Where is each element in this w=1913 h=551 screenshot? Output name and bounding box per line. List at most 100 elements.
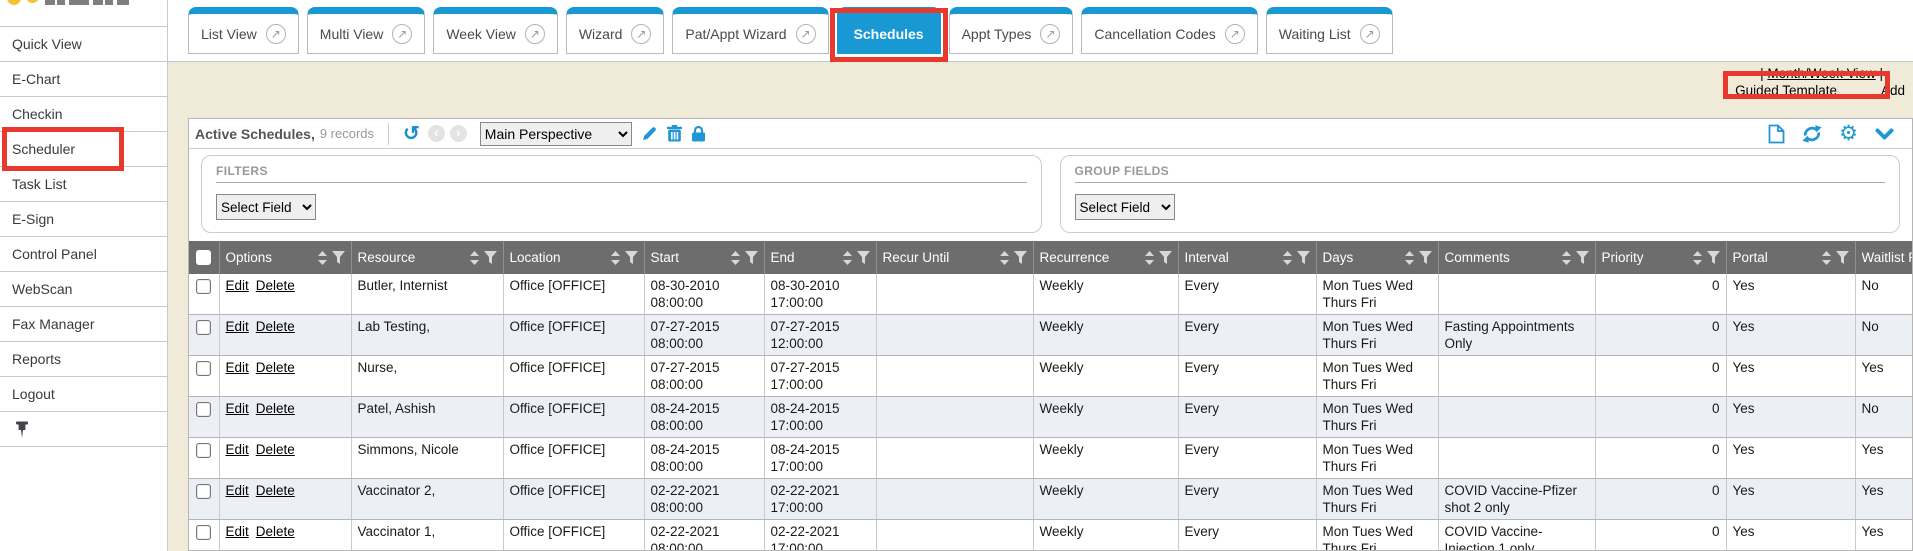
column-header-days[interactable]: Days bbox=[1316, 241, 1438, 274]
filter-funnel-icon[interactable] bbox=[1576, 251, 1589, 264]
column-header-end[interactable]: End bbox=[764, 241, 876, 274]
sort-icon[interactable] bbox=[1405, 251, 1414, 265]
filter-funnel-icon[interactable] bbox=[1707, 251, 1720, 264]
column-label: Resource bbox=[358, 250, 465, 265]
chevron-down-icon[interactable] bbox=[1875, 128, 1894, 140]
column-header-resource[interactable]: Resource bbox=[351, 241, 503, 274]
row-checkbox[interactable] bbox=[196, 320, 211, 335]
column-header-portal[interactable]: Portal bbox=[1726, 241, 1855, 274]
column-header-waitlist_portal[interactable]: Waitlist Portal bbox=[1855, 241, 1913, 274]
edit-pencil-icon[interactable] bbox=[641, 125, 658, 142]
row-checkbox[interactable] bbox=[196, 525, 211, 540]
prev-page-icon[interactable]: ‹ bbox=[428, 125, 445, 142]
tab-waiting-list[interactable]: Waiting List↗ bbox=[1266, 7, 1393, 54]
new-document-icon[interactable] bbox=[1768, 124, 1785, 144]
tab-appt-types[interactable]: Appt Types↗ bbox=[949, 7, 1074, 54]
refresh-icon[interactable] bbox=[1802, 125, 1822, 143]
lock-icon[interactable] bbox=[691, 125, 706, 142]
sort-icon[interactable] bbox=[1822, 251, 1831, 265]
filter-funnel-icon[interactable] bbox=[1419, 251, 1432, 264]
next-page-icon[interactable]: › bbox=[450, 125, 467, 142]
sidebar-item-checkin[interactable]: Checkin bbox=[0, 97, 167, 132]
column-label: Start bbox=[651, 250, 726, 265]
sort-icon[interactable] bbox=[318, 251, 327, 265]
sidebar-item-scheduler[interactable]: Scheduler bbox=[0, 132, 167, 167]
sort-icon[interactable] bbox=[1562, 251, 1571, 265]
filter-funnel-icon[interactable] bbox=[745, 251, 758, 264]
sidebar-item-logout[interactable]: Logout bbox=[0, 377, 167, 412]
tab-list-view[interactable]: List View↗ bbox=[188, 7, 299, 54]
sidebar-item-e-sign[interactable]: E-Sign bbox=[0, 202, 167, 237]
edit-link[interactable]: Edit bbox=[226, 442, 249, 457]
filter-funnel-icon[interactable] bbox=[625, 251, 638, 264]
filters-field-select[interactable]: Select Field bbox=[216, 194, 316, 220]
filter-funnel-icon[interactable] bbox=[484, 251, 497, 264]
tab-schedules[interactable]: Schedules bbox=[837, 7, 941, 54]
filter-funnel-icon[interactable] bbox=[1297, 251, 1310, 264]
row-checkbox[interactable] bbox=[196, 279, 211, 294]
month-week-view-link[interactable]: Month/Week View bbox=[1767, 66, 1875, 81]
sort-icon[interactable] bbox=[843, 251, 852, 265]
sort-icon[interactable] bbox=[1283, 251, 1292, 265]
delete-link[interactable]: Delete bbox=[256, 319, 295, 334]
column-header-options[interactable]: Options bbox=[219, 241, 351, 274]
pin-icon[interactable] bbox=[14, 420, 30, 439]
column-header-comments[interactable]: Comments bbox=[1438, 241, 1595, 274]
column-header-start[interactable]: Start bbox=[644, 241, 764, 274]
row-checkbox[interactable] bbox=[196, 402, 211, 417]
delete-link[interactable]: Delete bbox=[256, 360, 295, 375]
edit-link[interactable]: Edit bbox=[226, 483, 249, 498]
guided-template-link[interactable]: Guided Template bbox=[1735, 83, 1837, 98]
undo-icon[interactable]: ↺ bbox=[403, 124, 420, 144]
sidebar-item-webscan[interactable]: WebScan bbox=[0, 272, 167, 307]
delete-link[interactable]: Delete bbox=[256, 401, 295, 416]
delete-link[interactable]: Delete bbox=[256, 524, 295, 539]
cell-days: Mon Tues Wed Thurs Fri bbox=[1316, 479, 1438, 520]
sidebar-item-control-panel[interactable]: Control Panel bbox=[0, 237, 167, 272]
row-checkbox[interactable] bbox=[196, 484, 211, 499]
edit-link[interactable]: Edit bbox=[226, 319, 249, 334]
sort-icon[interactable] bbox=[1000, 251, 1009, 265]
tab-multi-view[interactable]: Multi View↗ bbox=[307, 7, 426, 54]
filter-funnel-icon[interactable] bbox=[332, 251, 345, 264]
filter-funnel-icon[interactable] bbox=[1014, 251, 1027, 264]
gear-icon[interactable]: ⚙ bbox=[1839, 123, 1858, 144]
sidebar-item-quick-view[interactable]: Quick View bbox=[0, 27, 167, 62]
perspective-select[interactable]: Main Perspective bbox=[480, 122, 632, 146]
column-header-priority[interactable]: Priority bbox=[1595, 241, 1726, 274]
delete-link[interactable]: Delete bbox=[256, 442, 295, 457]
filter-funnel-icon[interactable] bbox=[857, 251, 870, 264]
tab-week-view[interactable]: Week View↗ bbox=[433, 7, 558, 54]
sidebar-item-fax-manager[interactable]: Fax Manager bbox=[0, 307, 167, 342]
sidebar-item-e-chart[interactable]: E-Chart bbox=[0, 62, 167, 97]
delete-link[interactable]: Delete bbox=[256, 278, 295, 293]
tab-pat-appt-wizard[interactable]: Pat/Appt Wizard↗ bbox=[672, 7, 828, 54]
group-fields-select[interactable]: Select Field bbox=[1075, 194, 1175, 220]
trash-icon[interactable] bbox=[667, 125, 682, 142]
sort-icon[interactable] bbox=[611, 251, 620, 265]
column-header-recurrence[interactable]: Recurrence bbox=[1033, 241, 1178, 274]
add-link[interactable]: Add bbox=[1881, 83, 1905, 98]
edit-link[interactable]: Edit bbox=[226, 401, 249, 416]
sort-icon[interactable] bbox=[1693, 251, 1702, 265]
filter-funnel-icon[interactable] bbox=[1159, 251, 1172, 264]
sidebar-item-task-list[interactable]: Task List bbox=[0, 167, 167, 202]
tab-wizard[interactable]: Wizard↗ bbox=[566, 7, 665, 54]
tab-cancellation-codes[interactable]: Cancellation Codes↗ bbox=[1081, 7, 1257, 54]
edit-link[interactable]: Edit bbox=[226, 278, 249, 293]
sort-icon[interactable] bbox=[470, 251, 479, 265]
row-checkbox[interactable] bbox=[196, 443, 211, 458]
sidebar-item-reports[interactable]: Reports bbox=[0, 342, 167, 377]
column-header-check[interactable] bbox=[189, 241, 219, 274]
column-header-location[interactable]: Location bbox=[503, 241, 644, 274]
row-checkbox[interactable] bbox=[196, 361, 211, 376]
column-header-interval[interactable]: Interval bbox=[1178, 241, 1316, 274]
column-header-recur_until[interactable]: Recur Until bbox=[876, 241, 1033, 274]
edit-link[interactable]: Edit bbox=[226, 524, 249, 539]
edit-link[interactable]: Edit bbox=[226, 360, 249, 375]
filter-funnel-icon[interactable] bbox=[1836, 251, 1849, 264]
select-all-checkbox[interactable] bbox=[196, 250, 211, 265]
sort-icon[interactable] bbox=[1145, 251, 1154, 265]
delete-link[interactable]: Delete bbox=[256, 483, 295, 498]
sort-icon[interactable] bbox=[731, 251, 740, 265]
